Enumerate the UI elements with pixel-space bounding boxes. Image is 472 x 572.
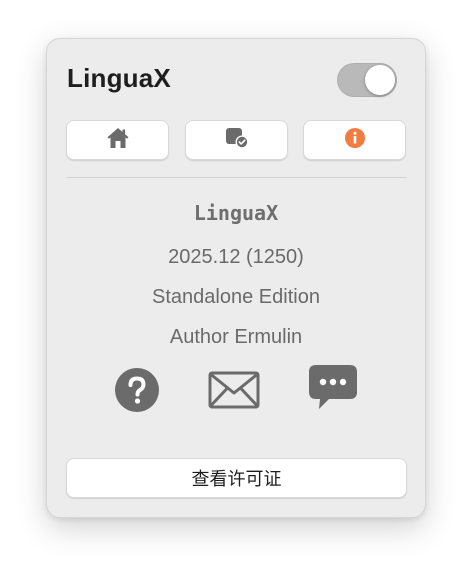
chat-icon [309, 365, 357, 415]
divider [67, 177, 407, 178]
view-license-button[interactable]: 查看许可证 [66, 458, 407, 498]
chat-button[interactable] [309, 365, 357, 416]
contact-row [47, 365, 425, 415]
tab-home[interactable] [66, 120, 169, 160]
about-version: 2025.12 (1250) [168, 246, 304, 268]
about-app-name: LinguaX [193, 201, 279, 225]
tab-info[interactable] [303, 120, 406, 160]
tab-app-settings[interactable] [185, 120, 288, 160]
help-button[interactable] [114, 367, 160, 418]
enable-toggle[interactable] [337, 63, 397, 97]
tab-bar [66, 120, 407, 160]
about-popover: LinguaX LinguaX 2025.12 (1250) Standalon… [46, 38, 426, 518]
app-title: LinguaX [67, 63, 171, 93]
home-icon [106, 127, 130, 154]
mail-button[interactable] [208, 371, 260, 414]
toggle-knob [365, 65, 395, 95]
about-edition: Standalone Edition [152, 286, 320, 308]
mail-icon [208, 371, 260, 413]
app-settings-icon [224, 127, 250, 154]
about-author: Author Ermulin [169, 326, 303, 348]
info-icon [344, 127, 366, 154]
help-icon [114, 368, 160, 417]
